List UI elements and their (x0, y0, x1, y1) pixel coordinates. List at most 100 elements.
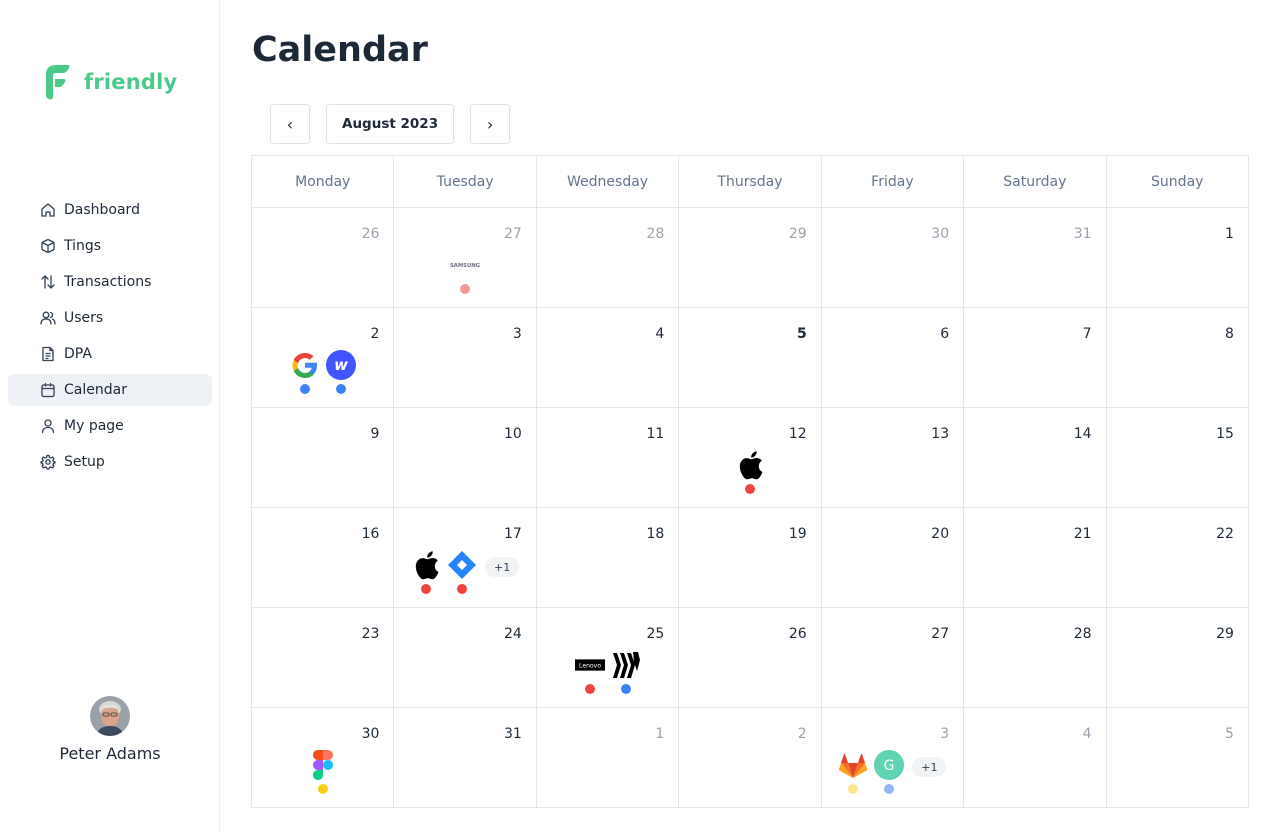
sidebar-item-dpa[interactable]: DPA (8, 338, 212, 370)
calendar-event[interactable]: Lenovo (574, 650, 605, 694)
sidebar-item-setup[interactable]: Setup (8, 446, 212, 478)
calendar-day-cell[interactable]: 17 +1 (394, 508, 537, 608)
calendar-event[interactable] (611, 650, 641, 694)
chevron-left-icon: ‹ (286, 114, 294, 134)
calendar-day-cell[interactable]: 5 (1106, 708, 1249, 808)
day-number: 27 (504, 226, 522, 242)
calendar-day-cell[interactable]: 10 (394, 408, 537, 508)
avatar[interactable] (90, 696, 130, 736)
calendar-day-cell[interactable]: 9 (252, 408, 395, 508)
calendar-day-cell[interactable]: 30 (252, 708, 395, 808)
calendar-day-cell[interactable]: 4 (964, 708, 1107, 808)
calendar-day-cell[interactable]: 31 (394, 708, 537, 808)
calendar-day-cell[interactable]: 3 (394, 308, 537, 408)
calendar-day-cell[interactable]: 25 Lenovo (536, 608, 680, 708)
calendar-event[interactable] (838, 750, 868, 794)
brand-logo[interactable]: friendly (44, 64, 177, 100)
calendar-event[interactable]: G (874, 750, 905, 794)
prev-month-button[interactable]: ‹ (270, 104, 310, 144)
calendar-day-cell[interactable]: 27 (821, 608, 965, 708)
calendar-event[interactable] (411, 550, 441, 594)
calendar-day-cell[interactable]: 1 (1106, 208, 1249, 308)
calendar-day-cell[interactable]: 8 (1106, 308, 1249, 408)
calendar-day-cell[interactable]: 12 (679, 408, 822, 508)
calendar-week-row: 23 24 25 Lenovo 26 27 28 29 (252, 608, 1249, 708)
day-number: 1 (1225, 226, 1234, 242)
day-events: Lenovo (537, 650, 678, 694)
day-number: 20 (931, 526, 950, 542)
calendar-day-cell[interactable]: 26 (679, 608, 822, 708)
calendar-week-row: 26 27 SAMSUNG 28 29 30 31 1 (252, 208, 1249, 308)
calendar-day-cell[interactable]: 16 (252, 508, 395, 608)
day-number: 30 (931, 226, 950, 242)
calendar-day-cell[interactable]: 29 (679, 208, 822, 308)
day-number: 3 (940, 726, 950, 742)
samsung-logo-icon: SAMSUNG (450, 250, 480, 280)
calendar-day-cell[interactable]: 13 (821, 408, 965, 508)
calendar-day-cell[interactable]: 30 (821, 208, 965, 308)
calendar-day-cell[interactable]: 23 (252, 608, 395, 708)
day-number: 5 (796, 326, 807, 342)
more-events-badge[interactable]: +1 (485, 557, 520, 577)
calendar-day-cell[interactable]: 1 (536, 708, 680, 808)
day-number: 6 (940, 326, 950, 342)
calendar-day-cell[interactable]: 14 (964, 408, 1107, 508)
day-number: 31 (504, 726, 522, 742)
calendar-day-cell[interactable]: 6 (821, 308, 965, 408)
sidebar-item-calendar[interactable]: Calendar (8, 374, 212, 406)
sidebar-item-users[interactable]: Users (8, 302, 212, 334)
day-number: 29 (1216, 626, 1234, 642)
event-status-dot (584, 684, 595, 694)
sidebar-item-label: Transactions (64, 274, 152, 290)
more-events-badge[interactable]: +1 (912, 757, 947, 777)
weekday-label: Saturday (964, 156, 1107, 208)
calendar-event[interactable]: w (325, 350, 356, 394)
next-month-button[interactable]: › (470, 104, 511, 144)
calendar-day-cell[interactable]: 3 G +1 (821, 708, 965, 808)
event-status-dot (457, 584, 468, 594)
calendar-event[interactable] (290, 350, 320, 394)
current-month-button[interactable]: August 2023 (326, 104, 455, 144)
calendar-event[interactable] (308, 750, 338, 794)
calendar-day-cell[interactable]: 28 (536, 208, 680, 308)
calendar-day-cell[interactable]: 29 (1106, 608, 1249, 708)
day-events: SAMSUNG (394, 250, 535, 294)
calendar-day-cell[interactable]: 18 (536, 508, 680, 608)
calendar-event[interactable] (447, 550, 477, 594)
sidebar-item-transactions[interactable]: Transactions (8, 266, 212, 298)
calendar-day-cell[interactable]: 20 (821, 508, 965, 608)
day-number: 16 (361, 526, 380, 542)
calendar-day-cell[interactable]: 2 (679, 708, 822, 808)
calendar-event[interactable] (735, 450, 765, 494)
calendar-day-cell[interactable]: 15 (1106, 408, 1249, 508)
calendar-day-cell[interactable]: 31 (964, 208, 1107, 308)
day-number: 7 (1082, 326, 1092, 342)
calendar-day-cell[interactable]: 5 (679, 308, 822, 408)
sidebar-item-tings[interactable]: Tings (8, 230, 212, 262)
calendar-day-cell[interactable]: 4 (536, 308, 680, 408)
sidebar-item-dashboard[interactable]: Dashboard (8, 194, 212, 226)
sidebar-item-label: Tings (64, 238, 102, 254)
day-number: 18 (646, 526, 665, 542)
event-status-dot (421, 584, 432, 594)
calendar-day-cell[interactable]: 27 SAMSUNG (394, 208, 537, 308)
event-status-dot (317, 784, 328, 794)
lenovo-wordmark: Lenovo (579, 662, 601, 669)
calendar-day-cell[interactable]: 28 (964, 608, 1107, 708)
calendar-day-cell[interactable]: 21 (964, 508, 1107, 608)
user-profile[interactable]: Peter Adams (0, 696, 220, 763)
calendar-day-cell[interactable]: 26 (252, 208, 395, 308)
calendar-day-cell[interactable]: 2w (252, 308, 395, 408)
weekday-label: Friday (821, 156, 965, 208)
calendar-day-cell[interactable]: 24 (394, 608, 537, 708)
calendar-day-cell[interactable]: 22 (1106, 508, 1249, 608)
google-logo-icon (290, 350, 320, 380)
calendar-day-cell[interactable]: 11 (536, 408, 680, 508)
calendar-day-cell[interactable]: 7 (964, 308, 1107, 408)
day-number: 1 (655, 726, 665, 742)
calendar-day-cell[interactable]: 19 (679, 508, 822, 608)
sidebar-item-label: Users (64, 310, 104, 326)
calendar-event[interactable]: SAMSUNG (450, 250, 480, 294)
sidebar-item-my-page[interactable]: My page (8, 410, 212, 442)
day-number: 27 (931, 626, 950, 642)
